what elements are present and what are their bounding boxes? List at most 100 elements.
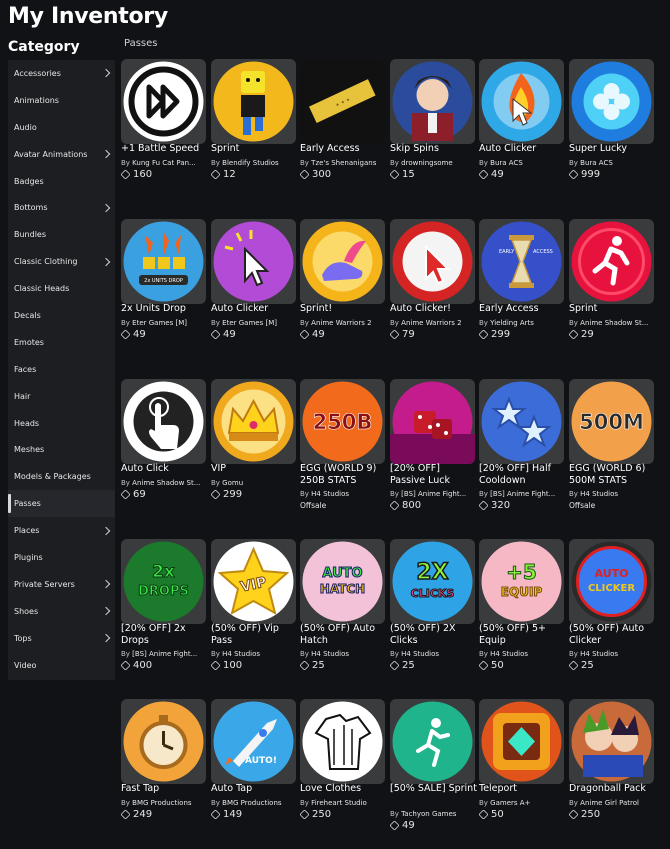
creator-name[interactable]: H4 Studios bbox=[311, 650, 349, 658]
hourglass-icon[interactable]: EARLY ACCESS bbox=[479, 219, 564, 304]
pass-card[interactable]: [50% SALE] Sprint By Tachyon Games 49 bbox=[389, 699, 478, 849]
pass-card[interactable]: Auto Click By Anime Shadow St... 69 bbox=[120, 379, 209, 529]
pass-card[interactable]: Auto Clicker! By Anime Warriors 2 79 bbox=[389, 219, 476, 369]
2x-clicks-icon[interactable]: 2X CLICKS bbox=[390, 539, 475, 624]
auto-clicker-text-icon[interactable]: AUTO CLICKER bbox=[569, 539, 654, 624]
creator-name[interactable]: Bura ACS bbox=[580, 159, 613, 167]
pass-name[interactable]: Auto Clicker bbox=[479, 143, 567, 155]
sprinter-icon[interactable] bbox=[390, 699, 475, 784]
2x-drops-icon[interactable]: 2x DROPS bbox=[121, 539, 206, 624]
pass-name[interactable]: Auto Tap bbox=[211, 783, 299, 795]
creator-name[interactable]: H4 Studios bbox=[222, 650, 260, 658]
pass-name[interactable]: VIP bbox=[211, 463, 299, 475]
creator-name[interactable]: Tze's Shenanigans bbox=[311, 159, 376, 167]
sidebar-item-models-packages[interactable]: Models & Packages bbox=[8, 463, 115, 490]
pass-name[interactable]: Fast Tap bbox=[121, 783, 209, 795]
pass-card[interactable]: VIP By Gomu 299 bbox=[210, 379, 299, 529]
pass-name[interactable]: Sprint bbox=[211, 143, 299, 155]
pass-card[interactable]: Skip Spins By drowningsome 15 bbox=[389, 59, 478, 209]
tap-hand-icon[interactable] bbox=[121, 379, 206, 464]
runner-icon[interactable] bbox=[569, 219, 654, 304]
sidebar-item-bottoms[interactable]: Bottoms bbox=[8, 194, 115, 221]
sidebar-item-heads[interactable]: Heads bbox=[8, 410, 115, 437]
sidebar-item-animations[interactable]: Animations bbox=[8, 87, 115, 114]
golden-ticket-icon[interactable]: ✦ ✦ ✦ bbox=[300, 59, 385, 144]
creator-name[interactable]: Gomu bbox=[222, 479, 243, 487]
pass-card[interactable]: Auto Clicker By Bura ACS 49 bbox=[478, 59, 567, 209]
creator-name[interactable]: [BS] Anime Fight... bbox=[132, 650, 197, 658]
pass-card[interactable]: [20% OFF] Half Cooldown By [BS] Anime Fig… bbox=[478, 379, 567, 529]
sidebar-item-accessories[interactable]: Accessories bbox=[8, 60, 115, 87]
pass-card[interactable]: [20% OFF] Passive Luck By [BS] Anime Figh… bbox=[389, 379, 476, 529]
pass-name[interactable]: (50% OFF) Auto Hatch bbox=[300, 623, 388, 647]
creator-name[interactable]: Kung Fu Cat Pan... bbox=[132, 159, 196, 167]
creator-name[interactable]: Anime Warriors 2 bbox=[311, 319, 371, 327]
creator-name[interactable]: Anime Warriors 2 bbox=[401, 319, 461, 327]
creator-name[interactable]: BMG Productions bbox=[222, 799, 281, 807]
pass-card[interactable]: AUTO CLICKER (50% OFF) Auto Clicker By H4 S… bbox=[568, 539, 657, 689]
cursor-click-icon[interactable] bbox=[211, 219, 296, 304]
pass-card[interactable]: 2x UNITS DROP 2x Units Drop By Eter Games … bbox=[120, 219, 207, 369]
pass-name[interactable]: Auto Click bbox=[121, 463, 209, 475]
vip-star-icon[interactable]: VIP bbox=[211, 539, 296, 624]
creator-name[interactable]: H4 Studios bbox=[490, 650, 528, 658]
sidebar-item-private-servers[interactable]: Private Servers bbox=[8, 571, 115, 598]
teleport-pad-icon[interactable] bbox=[479, 699, 564, 784]
clothes-icon[interactable] bbox=[300, 699, 385, 784]
pass-card[interactable]: ✦ ✦ ✦ Early Access By Tze's Shenanigans 300 bbox=[299, 59, 388, 209]
sidebar-item-decals[interactable]: Decals bbox=[8, 302, 115, 329]
sidebar-item-meshes[interactable]: Meshes bbox=[8, 436, 115, 463]
stopwatch-icon[interactable] bbox=[121, 699, 206, 784]
pass-card[interactable]: Sprint By Blendify Studios 12 bbox=[210, 59, 299, 209]
pass-name[interactable]: Skip Spins bbox=[390, 143, 478, 155]
pass-name[interactable]: Dragonball Pack bbox=[569, 783, 657, 795]
pass-name[interactable]: +1 Battle Speed bbox=[121, 143, 209, 155]
winged-shoe-icon[interactable] bbox=[300, 219, 385, 304]
creator-name[interactable]: Eter Games [M] bbox=[132, 319, 187, 327]
pass-card[interactable]: Love Clothes By Fireheart Studio 250 bbox=[299, 699, 386, 849]
creator-name[interactable]: Tachyon Games bbox=[401, 810, 456, 818]
pass-card[interactable]: +1 Battle Speed By Kung Fu Cat Pan... 160 bbox=[120, 59, 209, 209]
creator-name[interactable]: Anime Shadow St... bbox=[132, 479, 200, 487]
sidebar-item-places[interactable]: Places bbox=[8, 517, 115, 544]
sidebar-item-classic-heads[interactable]: Classic Heads bbox=[8, 275, 115, 302]
pass-name[interactable]: EGG (WORLD 6) 500M STATS bbox=[569, 463, 657, 487]
auto-hatch-icon[interactable]: AUTO HATCH bbox=[300, 539, 385, 624]
pass-card[interactable]: AUTO HATCH (50% OFF) Auto Hatch By H4 Studi… bbox=[299, 539, 388, 689]
dragonball-fighters-icon[interactable] bbox=[569, 699, 654, 784]
sidebar-item-badges[interactable]: Badges bbox=[8, 168, 115, 195]
pass-name[interactable]: Super Lucky bbox=[569, 143, 657, 155]
pass-name[interactable]: [50% SALE] Sprint bbox=[390, 783, 478, 795]
sidebar-item-video[interactable]: Video bbox=[8, 652, 115, 679]
sidebar-item-passes[interactable]: Passes bbox=[8, 490, 115, 518]
dice-icon[interactable] bbox=[390, 379, 475, 464]
pass-name[interactable]: (50% OFF) 5+ Equip bbox=[479, 623, 567, 647]
creator-name[interactable]: [BS] Anime Fight... bbox=[490, 490, 555, 498]
pass-card[interactable]: EARLY ACCESS Early Access By Yielding Arts 2… bbox=[478, 219, 565, 369]
pass-card[interactable]: Dragonball Pack By Anime Girl Patrol 250 bbox=[568, 699, 657, 849]
sidebar-item-plugins[interactable]: Plugins bbox=[8, 544, 115, 571]
creator-name[interactable]: Blendify Studios bbox=[222, 159, 279, 167]
clover-icon[interactable] bbox=[569, 59, 654, 144]
pass-name[interactable]: Early Access bbox=[300, 143, 388, 155]
sidebar-item-classic-clothing[interactable]: Classic Clothing bbox=[8, 248, 115, 275]
rocket-icon[interactable]: AUTO! bbox=[211, 699, 296, 784]
sidebar-item-tops[interactable]: Tops bbox=[8, 625, 115, 652]
creator-name[interactable]: Eter Games [M] bbox=[222, 319, 277, 327]
pass-card[interactable]: 2x DROPS [20% OFF] 2x Drops By [BS] Anime F… bbox=[120, 539, 207, 689]
pass-name[interactable]: Sprint! bbox=[300, 303, 388, 315]
pass-name[interactable]: (50% OFF) Auto Clicker bbox=[569, 623, 657, 647]
500m-badge-icon[interactable]: 500M bbox=[569, 379, 654, 464]
pass-name[interactable]: [20% OFF] Half Cooldown bbox=[479, 463, 567, 487]
sidebar-item-bundles[interactable]: Bundles bbox=[8, 221, 115, 248]
burst-cursor-icon[interactable] bbox=[390, 219, 475, 304]
creator-name[interactable]: [BS] Anime Fight... bbox=[401, 490, 466, 498]
pass-name[interactable]: Sprint bbox=[569, 303, 657, 315]
pass-card[interactable]: Sprint By Anime Shadow St... 29 bbox=[568, 219, 657, 369]
pass-card[interactable]: AUTO! Auto Tap By BMG Productions 149 bbox=[210, 699, 299, 849]
pass-card[interactable]: +5 EQUIP (50% OFF) 5+ Equip By H4 Studios 50 bbox=[478, 539, 567, 689]
pass-card[interactable]: Sprint! By Anime Warriors 2 49 bbox=[299, 219, 388, 369]
creator-name[interactable]: H4 Studios bbox=[401, 650, 439, 658]
creator-name[interactable]: Bura ACS bbox=[490, 159, 523, 167]
pass-card[interactable]: 250B EGG (WORLD 9) 250B STATS By H4 Studio… bbox=[300, 379, 386, 529]
